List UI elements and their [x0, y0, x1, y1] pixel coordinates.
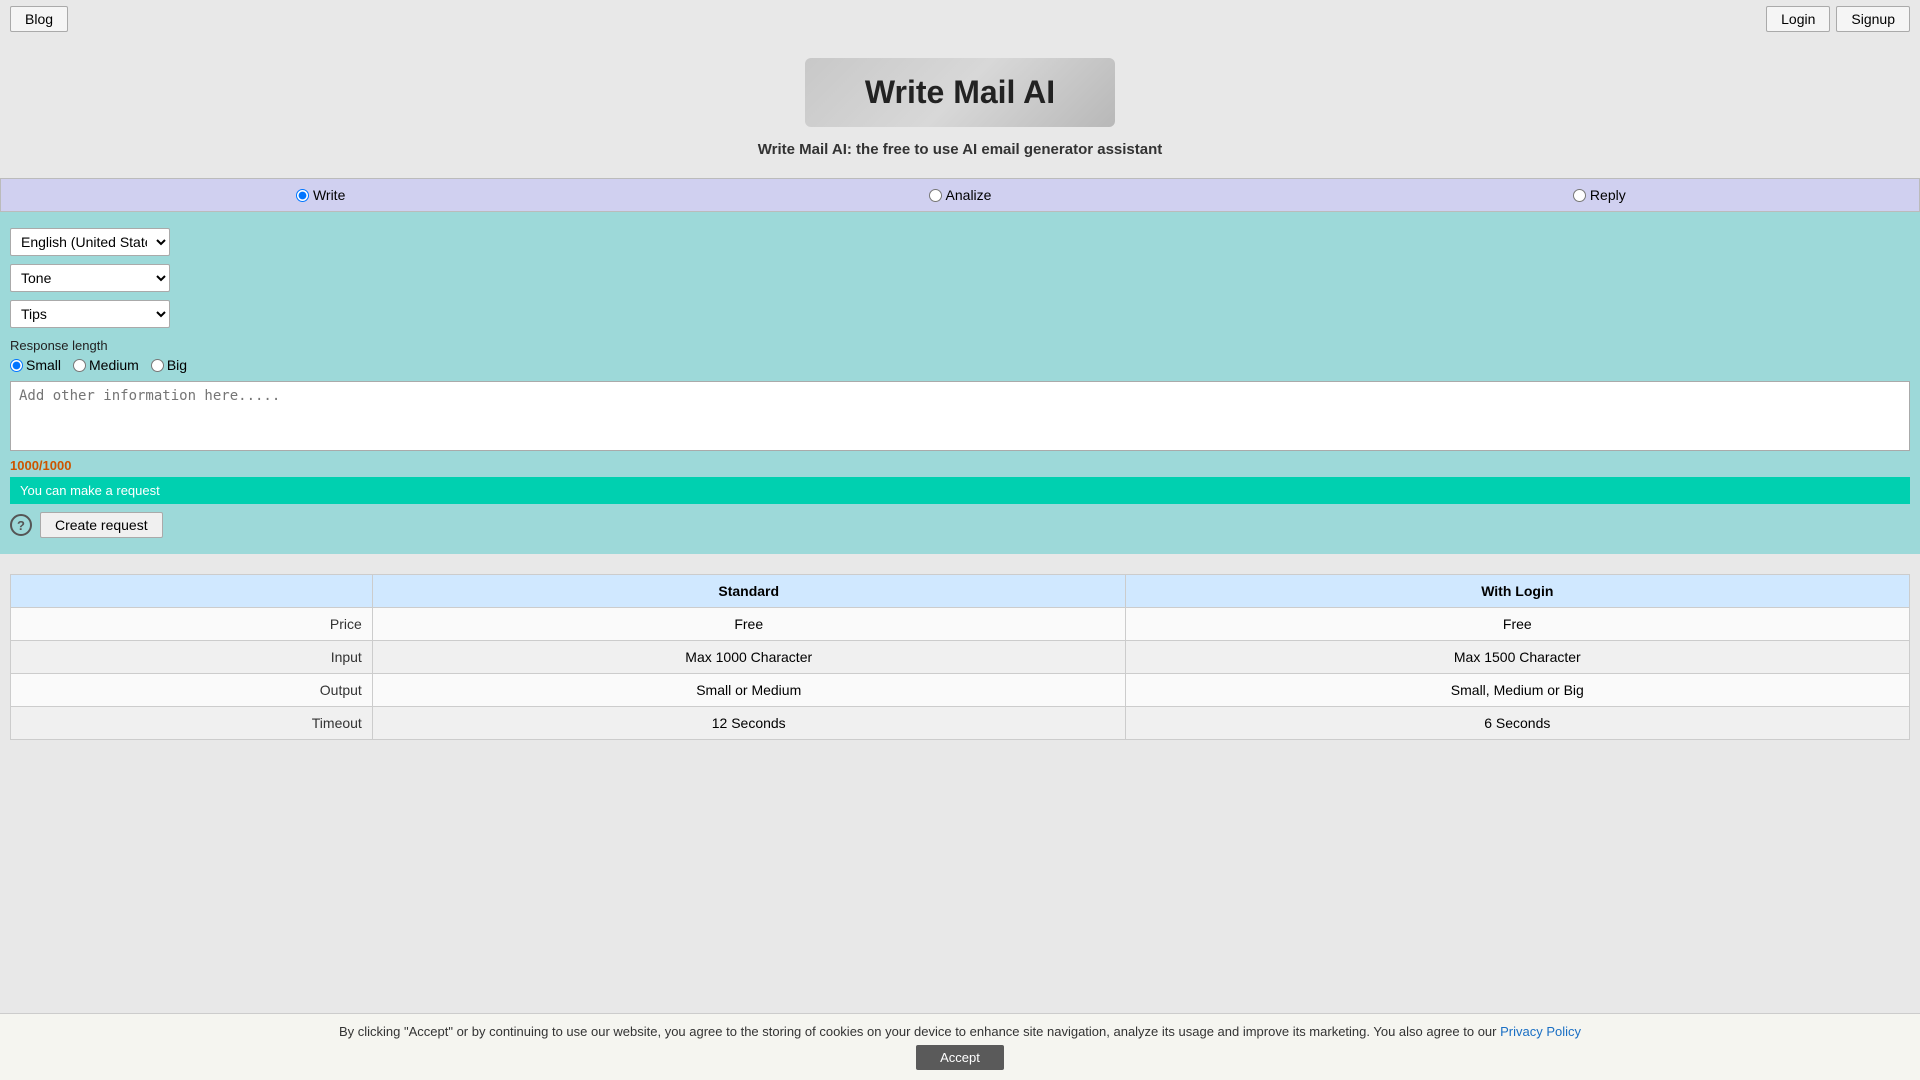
- pricing-header-row: Standard With Login: [11, 575, 1910, 608]
- accept-button[interactable]: Accept: [916, 1045, 1004, 1070]
- login-button[interactable]: Login: [1766, 6, 1830, 32]
- response-big-option[interactable]: Big: [151, 357, 187, 373]
- main-form: English (United States) Tone Formal Info…: [0, 212, 1920, 554]
- response-small-radio[interactable]: [10, 359, 23, 372]
- pricing-standard-output: Small or Medium: [372, 674, 1125, 707]
- mode-analize[interactable]: Analize: [640, 179, 1279, 211]
- auth-buttons: Login Signup: [1766, 6, 1910, 32]
- request-status-bar: You can make a request: [10, 477, 1910, 504]
- pricing-login-output: Small, Medium or Big: [1125, 674, 1909, 707]
- pricing-table: Standard With Login Price Free Free Inpu…: [10, 574, 1910, 740]
- mode-analize-label: Analize: [946, 187, 992, 203]
- pricing-standard-price: Free: [372, 608, 1125, 641]
- pricing-standard-timeout: 12 Seconds: [372, 707, 1125, 740]
- additional-info-textarea[interactable]: [10, 381, 1910, 451]
- language-select[interactable]: English (United States): [10, 228, 170, 256]
- pricing-row-output: Output Small or Medium Small, Medium or …: [11, 674, 1910, 707]
- mode-selector: Write Analize Reply: [0, 178, 1920, 212]
- response-length-group: Small Medium Big: [10, 357, 1910, 373]
- mode-reply-radio[interactable]: [1573, 189, 1586, 202]
- pricing-col-standard: Standard: [372, 575, 1125, 608]
- response-length-section: Response length Small Medium Big: [10, 338, 1910, 373]
- pricing-row-timeout: Timeout 12 Seconds 6 Seconds: [11, 707, 1910, 740]
- response-medium-option[interactable]: Medium: [73, 357, 139, 373]
- response-length-label: Response length: [10, 338, 1910, 353]
- pricing-col-empty: [11, 575, 373, 608]
- pricing-login-input: Max 1500 Character: [1125, 641, 1909, 674]
- tone-select[interactable]: Tone Formal Informal Friendly Profession…: [10, 264, 170, 292]
- tips-select[interactable]: Tips: [10, 300, 170, 328]
- pricing-label-input: Input: [11, 641, 373, 674]
- mode-write-radio[interactable]: [296, 189, 309, 202]
- cookie-text: By clicking "Accept" or by continuing to…: [339, 1024, 1497, 1039]
- pricing-section: Standard With Login Price Free Free Inpu…: [0, 554, 1920, 750]
- mode-reply[interactable]: Reply: [1280, 179, 1919, 211]
- create-request-row: ? Create request: [10, 512, 1910, 538]
- help-icon[interactable]: ?: [10, 514, 32, 536]
- pricing-col-login: With Login: [1125, 575, 1909, 608]
- pricing-standard-input: Max 1000 Character: [372, 641, 1125, 674]
- mode-write[interactable]: Write: [1, 179, 640, 211]
- response-small-label: Small: [26, 357, 61, 373]
- response-small-option[interactable]: Small: [10, 357, 61, 373]
- response-big-radio[interactable]: [151, 359, 164, 372]
- response-big-label: Big: [167, 357, 187, 373]
- pricing-login-timeout: 6 Seconds: [1125, 707, 1909, 740]
- header: Blog Login Signup: [0, 0, 1920, 38]
- pricing-label-output: Output: [11, 674, 373, 707]
- blog-button[interactable]: Blog: [10, 6, 68, 32]
- mode-reply-label: Reply: [1590, 187, 1626, 203]
- app-subtitle: Write Mail AI: the free to use AI email …: [0, 141, 1920, 158]
- pricing-row-input: Input Max 1000 Character Max 1500 Charac…: [11, 641, 1910, 674]
- pricing-login-price: Free: [1125, 608, 1909, 641]
- mode-write-label: Write: [313, 187, 345, 203]
- create-request-button[interactable]: Create request: [40, 512, 163, 538]
- title-box: Write Mail AI: [805, 58, 1115, 127]
- title-section: Write Mail AI Write Mail AI: the free to…: [0, 38, 1920, 168]
- pricing-label-price: Price: [11, 608, 373, 641]
- mode-analize-radio[interactable]: [929, 189, 942, 202]
- signup-button[interactable]: Signup: [1836, 6, 1910, 32]
- cookie-banner: By clicking "Accept" or by continuing to…: [0, 1013, 1920, 1080]
- privacy-policy-link[interactable]: Privacy Policy: [1500, 1024, 1581, 1039]
- char-count: 1000/1000: [10, 458, 1910, 473]
- pricing-label-timeout: Timeout: [11, 707, 373, 740]
- app-title: Write Mail AI: [865, 74, 1055, 111]
- pricing-row-price: Price Free Free: [11, 608, 1910, 641]
- response-medium-radio[interactable]: [73, 359, 86, 372]
- response-medium-label: Medium: [89, 357, 139, 373]
